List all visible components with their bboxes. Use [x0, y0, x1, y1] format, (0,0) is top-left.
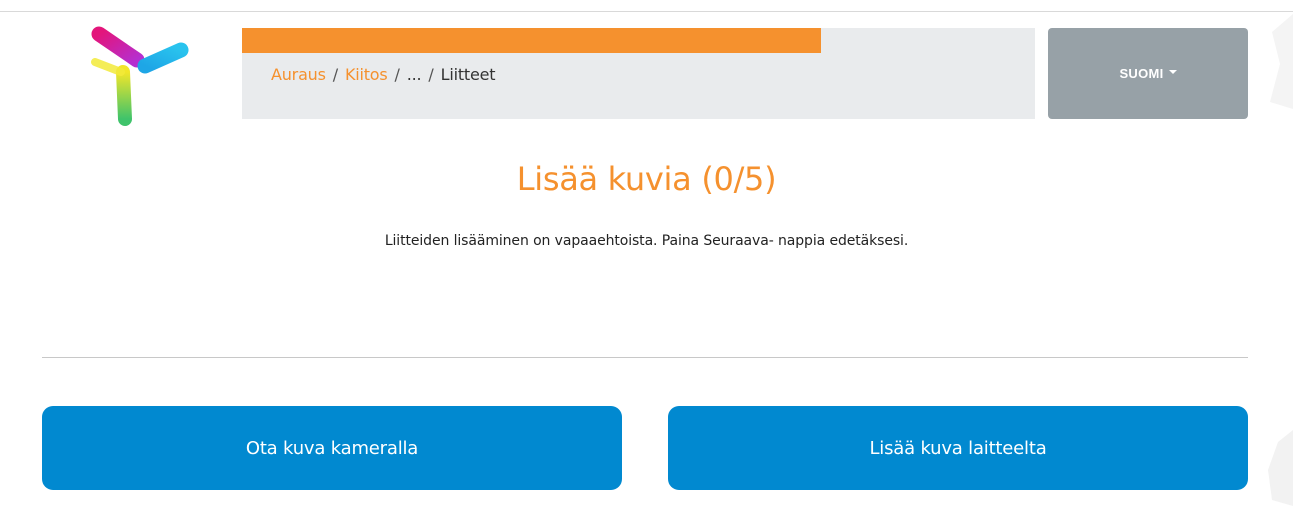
caret-down-icon [1168, 70, 1177, 74]
breadcrumb-ellipsis: ... [406, 65, 422, 84]
breadcrumb-bar: Auraus / Kiitos /... / Liitteet [242, 28, 1035, 119]
language-label: SUOMI [1119, 66, 1164, 81]
decorative-shape-icon [1270, 14, 1293, 109]
breadcrumb-link-auraus[interactable]: Auraus [271, 65, 326, 84]
breadcrumb-current: Liitteet [440, 65, 496, 84]
top-divider [0, 11, 1293, 12]
breadcrumb-link-kiitos[interactable]: Kiitos [345, 65, 388, 84]
decorative-shape-icon [1268, 430, 1293, 506]
page-title: Lisää kuvia (0/5) [516, 160, 777, 198]
progress-bar [242, 28, 821, 53]
add-photo-from-device-button[interactable]: Lisää kuva laitteelta [668, 406, 1248, 490]
take-photo-button[interactable]: Ota kuva kameralla [42, 406, 622, 490]
language-dropdown-button[interactable]: SUOMI [1048, 28, 1248, 119]
breadcrumb-separator: / [428, 65, 434, 84]
breadcrumb-separator: / [394, 65, 400, 84]
page-description: Liitteiden lisääminen on vapaaehtoista. … [384, 233, 909, 249]
breadcrumb-separator: / [332, 65, 338, 84]
app-logo [91, 26, 189, 126]
section-divider [42, 357, 1248, 358]
breadcrumb: Auraus / Kiitos /... / Liitteet [271, 65, 496, 84]
